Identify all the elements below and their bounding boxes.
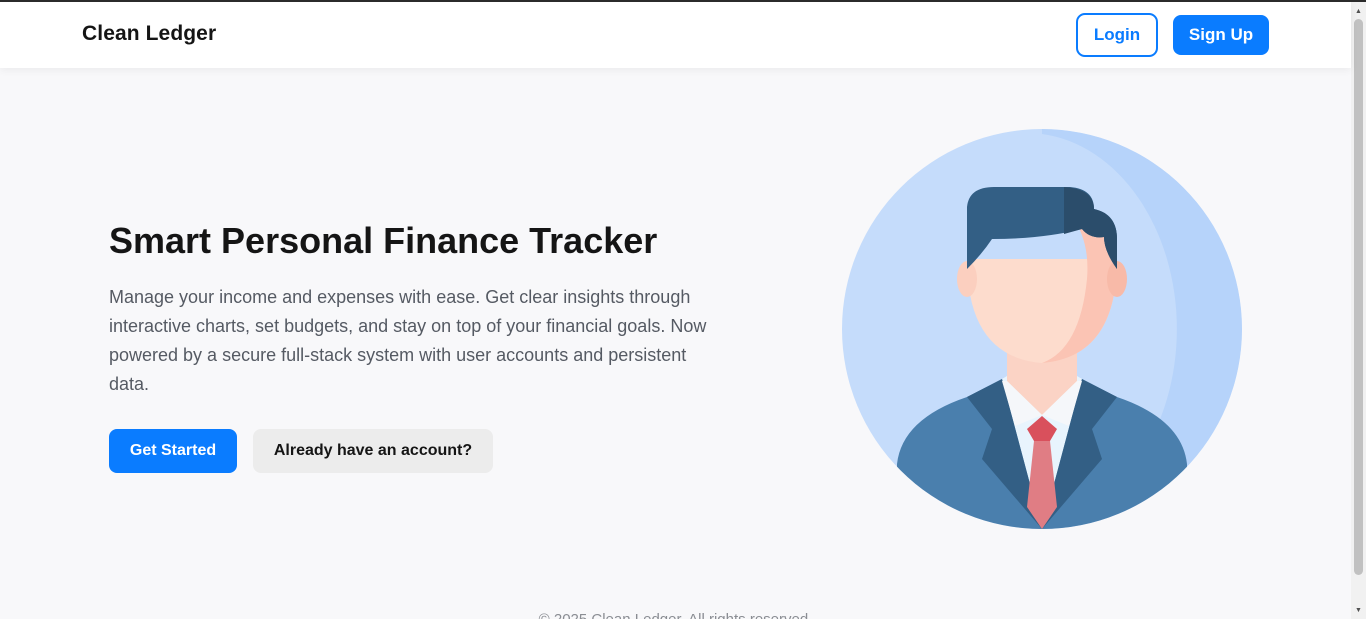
scroll-up-arrow-icon[interactable]: ▲ <box>1351 4 1366 18</box>
businessman-avatar-illustration <box>842 129 1242 529</box>
signup-button[interactable]: Sign Up <box>1173 15 1269 55</box>
already-have-account-button[interactable]: Already have an account? <box>253 429 493 473</box>
app-window: Clean Ledger Login Sign Up Smart Persona… <box>0 0 1366 619</box>
vertical-scrollbar[interactable]: ▲ ▼ <box>1351 2 1366 619</box>
footer-copyright: © 2025 Clean Ledger. All rights reserved… <box>0 611 1351 619</box>
hero-description: Manage your income and expenses with eas… <box>109 287 707 394</box>
brand-logo[interactable]: Clean Ledger <box>82 22 216 46</box>
hero-title: Smart Personal Finance Tracker <box>109 220 658 261</box>
login-button[interactable]: Login <box>1076 13 1158 57</box>
scroll-down-arrow-icon[interactable]: ▼ <box>1351 603 1366 617</box>
get-started-button[interactable]: Get Started <box>109 429 237 473</box>
top-navbar: Clean Ledger Login Sign Up <box>0 2 1351 68</box>
scrollbar-thumb[interactable] <box>1354 19 1363 575</box>
